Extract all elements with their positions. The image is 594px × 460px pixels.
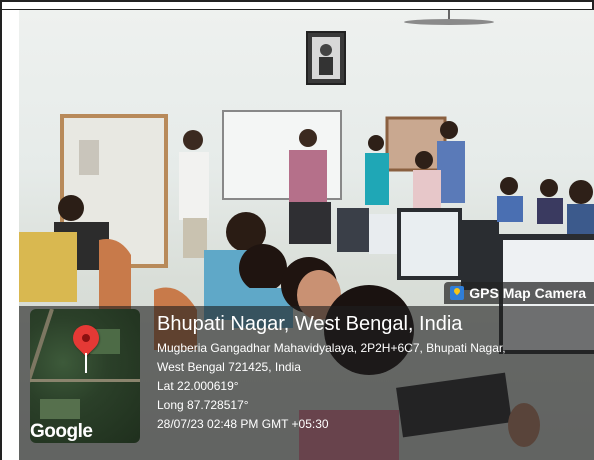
- standing-person-4: [437, 121, 465, 203]
- address-line-2: West Bengal 721425, India: [157, 360, 301, 374]
- gps-info-panel: Google Bhupati Nagar, West Bengal, India…: [19, 306, 594, 460]
- latitude: Lat 22.000619°: [157, 379, 239, 393]
- google-logo: Google: [30, 421, 93, 442]
- timestamp: 28/07/23 02:48 PM GMT +05:30: [157, 417, 329, 431]
- address-line-1: Mugberia Gangadhar Mahavidyalaya, 2P2H+6…: [157, 341, 506, 355]
- ceiling-fan-icon: [404, 10, 494, 25]
- gps-map-camera-tag: GPS Map Camera: [444, 282, 594, 304]
- classroom-photo: GPS Map Camera Google Bhupati Nagar, Wes…: [19, 10, 594, 460]
- gps-details: Bhupati Nagar, West Bengal, India Mugber…: [157, 313, 506, 434]
- gps-map-camera-logo-icon: [450, 286, 465, 300]
- monitor: [369, 214, 399, 254]
- gps-map-camera-label: GPS Map Camera: [469, 285, 586, 301]
- student-group-right: [497, 177, 594, 234]
- longitude: Long 87.728517°: [157, 398, 249, 412]
- standing-person-3: [365, 135, 389, 205]
- monitor: [337, 208, 369, 252]
- location-title: Bhupati Nagar, West Bengal, India: [157, 313, 463, 335]
- monitor: [461, 220, 499, 290]
- standing-person-1: [179, 130, 209, 258]
- monitor: [289, 202, 331, 244]
- location-minimap: Google: [30, 309, 140, 443]
